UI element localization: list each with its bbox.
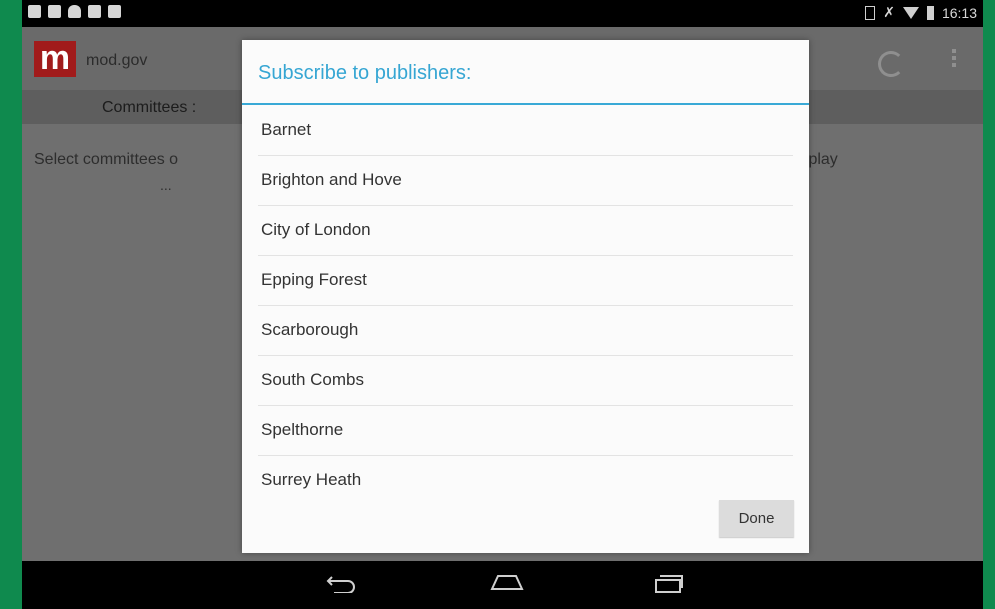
app-logo[interactable]: m xyxy=(34,41,76,77)
publisher-label: Scarborough xyxy=(261,320,359,339)
back-icon[interactable] xyxy=(326,573,356,593)
publisher-label: Brighton and Hove xyxy=(261,170,402,189)
app-name: mod.gov xyxy=(86,52,148,69)
subscribe-dialog: Subscribe to publishers: Barnet Brighton… xyxy=(242,40,809,553)
checkbox-notification-icon xyxy=(88,5,101,18)
publisher-item[interactable]: City of London xyxy=(258,206,793,256)
publisher-item[interactable]: Surrey Heath xyxy=(258,456,793,505)
device-frame: ✗ 16:13 m mod.gov Committees : Select co… xyxy=(0,0,995,609)
vibrate-icon xyxy=(865,5,876,20)
wifi-icon xyxy=(902,6,919,19)
publisher-item[interactable]: Barnet xyxy=(258,106,793,156)
publisher-label: City of London xyxy=(261,220,371,239)
notification-icon xyxy=(28,5,41,18)
publisher-list: Barnet Brighton and Hove City of London … xyxy=(242,106,809,505)
navigation-bar xyxy=(22,561,983,609)
bluetooth-icon: ✗ xyxy=(883,4,895,20)
notification-icon xyxy=(48,5,61,18)
sync-icon[interactable] xyxy=(878,51,904,77)
publisher-item[interactable]: Brighton and Hove xyxy=(258,156,793,206)
publisher-label: Surrey Heath xyxy=(261,470,362,489)
publisher-label: Barnet xyxy=(261,120,312,139)
checkbox-notification-icon xyxy=(108,5,121,18)
notification-icons xyxy=(28,5,121,18)
tab-committees[interactable]: Committees : xyxy=(102,99,196,117)
publisher-label: South Combs xyxy=(261,370,364,389)
clock: 16:13 xyxy=(941,4,977,21)
publisher-item[interactable]: South Combs xyxy=(258,356,793,406)
empty-message-ellipsis: ... xyxy=(160,177,172,193)
cloud-icon xyxy=(68,5,81,18)
empty-message-left: Select committees o xyxy=(34,151,179,168)
publisher-label: Epping Forest xyxy=(261,270,367,289)
screen: ✗ 16:13 m mod.gov Committees : Select co… xyxy=(22,0,983,609)
dialog-divider xyxy=(242,103,809,105)
publisher-item[interactable]: Spelthorne xyxy=(258,406,793,456)
done-button[interactable]: Done xyxy=(719,500,794,537)
dialog-title: Subscribe to publishers: xyxy=(258,62,472,84)
recent-apps-icon[interactable] xyxy=(654,573,684,593)
publisher-label: Spelthorne xyxy=(261,420,344,439)
battery-icon xyxy=(926,5,934,20)
publisher-item[interactable]: Scarborough xyxy=(258,306,793,356)
home-icon[interactable] xyxy=(490,573,524,591)
publisher-item[interactable]: Epping Forest xyxy=(258,256,793,306)
status-bar: ✗ 16:13 xyxy=(22,0,983,27)
system-icons: ✗ 16:13 xyxy=(865,4,977,21)
overflow-menu-icon[interactable] xyxy=(952,49,956,70)
